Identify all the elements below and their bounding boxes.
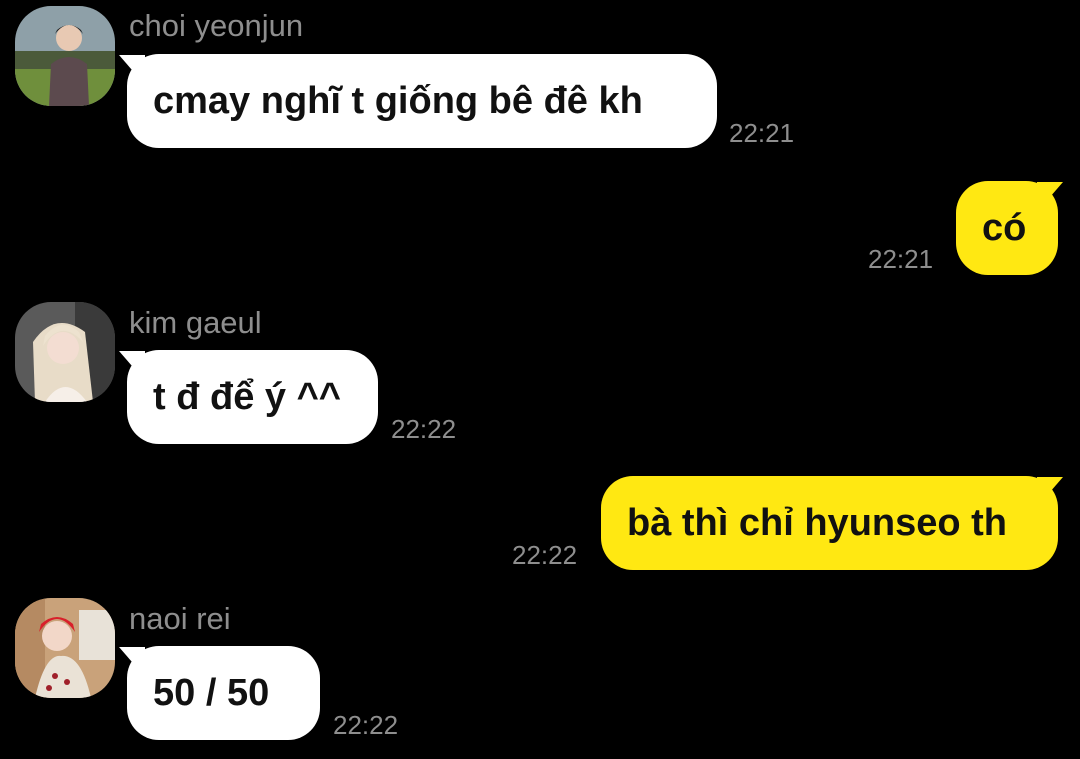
message-time: 22:22 bbox=[391, 414, 457, 444]
message-time: 22:22 bbox=[333, 710, 399, 740]
sender-name: kim gaeul bbox=[129, 305, 262, 340]
message-text: t đ để ý ^^ bbox=[153, 375, 341, 418]
message-bubble[interactable]: cmay nghĩ t giống bê đê kh bbox=[127, 54, 717, 148]
profile-photo-icon bbox=[15, 302, 115, 402]
message-bubble[interactable]: bà thì chỉ hyunseo th bbox=[601, 476, 1058, 570]
sender-name: choi yeonjun bbox=[129, 8, 304, 43]
avatar-naoi-rei[interactable] bbox=[15, 598, 115, 698]
profile-photo-icon bbox=[15, 598, 115, 698]
message-text: cmay nghĩ t giống bê đê kh bbox=[153, 79, 643, 122]
message-text: 50 / 50 bbox=[153, 671, 270, 714]
message-bubble[interactable]: t đ để ý ^^ bbox=[127, 350, 378, 444]
message-time: 22:22 bbox=[512, 540, 578, 570]
sender-name: naoi rei bbox=[129, 601, 231, 636]
avatar-kim-gaeul[interactable] bbox=[15, 302, 115, 402]
message-time: 22:21 bbox=[729, 118, 795, 148]
message-text: bà thì chỉ hyunseo th bbox=[627, 501, 1008, 544]
profile-photo-icon bbox=[15, 6, 115, 106]
message-time: 22:21 bbox=[868, 244, 934, 274]
message-bubble[interactable]: 50 / 50 bbox=[127, 646, 320, 740]
avatar-choi-yeonjun[interactable] bbox=[15, 6, 115, 106]
message-text: có bbox=[982, 206, 1027, 249]
